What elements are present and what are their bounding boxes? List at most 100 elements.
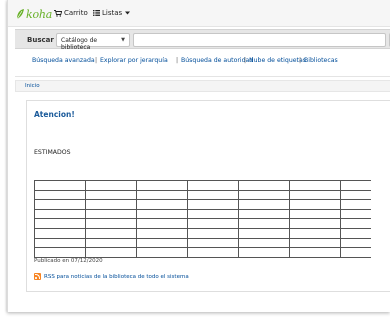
news-title: Atencion! — [34, 110, 75, 119]
link-separator: | — [95, 57, 98, 64]
table-cell — [85, 218, 137, 229]
tag-cloud-link[interactable]: Nube de etiquetas — [249, 57, 306, 64]
table-cell — [187, 199, 239, 210]
lists-menu-button[interactable]: Listas — [93, 9, 131, 17]
table-cell — [34, 199, 86, 210]
news-item: Atencion! ESTIMADOS Publicado en 07/12/2… — [26, 100, 390, 292]
table-cell — [340, 237, 371, 249]
table-cell — [34, 189, 86, 201]
authority-search-link[interactable]: Búsqueda de autoridad — [181, 57, 253, 64]
news-table — [34, 180, 371, 258]
table-cell — [289, 208, 341, 220]
table-cell — [136, 180, 188, 191]
table-cell — [34, 180, 86, 191]
table-cell — [187, 218, 239, 229]
table-cell — [340, 227, 371, 239]
table-cell — [136, 218, 188, 229]
table-cell — [289, 237, 341, 249]
cart-label: Carrito — [64, 9, 88, 17]
table-cell — [289, 189, 341, 201]
table-cell — [136, 227, 188, 239]
browse-hierarchy-link[interactable]: Explorar por jerarquía — [100, 57, 168, 64]
top-navbar: koha Carrito Listas — [8, 0, 390, 27]
table-row — [34, 237, 371, 249]
table-cell — [289, 227, 341, 239]
table-cell — [187, 208, 239, 220]
libraries-link[interactable]: Bibliotecas — [304, 57, 338, 64]
table-row — [34, 227, 371, 239]
table-cell — [238, 247, 290, 258]
table-cell — [289, 199, 341, 210]
table-cell — [34, 227, 86, 239]
more-searches-links: Búsqueda avanzada | Explorar por jerarqu… — [15, 53, 390, 69]
search-input[interactable] — [133, 33, 386, 47]
table-cell — [238, 189, 290, 201]
table-cell — [187, 180, 239, 191]
cart-button[interactable]: Carrito — [54, 9, 88, 17]
table-cell — [85, 247, 137, 258]
table-row — [34, 218, 371, 229]
table-row — [34, 208, 371, 220]
table-cell — [85, 189, 137, 201]
table-cell — [136, 237, 188, 249]
news-published-date: Publicado en 07/12/2020 — [34, 258, 103, 264]
table-cell — [136, 199, 188, 210]
link-separator: | — [299, 57, 302, 64]
table-cell — [238, 180, 290, 191]
rss-feed-link[interactable]: RSS para noticias de la biblioteca de to… — [34, 273, 189, 280]
table-cell — [136, 208, 188, 220]
table-cell — [340, 199, 371, 210]
table-cell — [136, 189, 188, 201]
lists-label: Listas — [102, 9, 123, 17]
table-cell — [187, 247, 239, 258]
link-separator: | — [244, 57, 247, 64]
table-cell — [85, 237, 137, 249]
table-cell — [187, 189, 239, 201]
table-cell — [34, 247, 86, 258]
table-row — [34, 247, 371, 258]
chevron-down-icon: ▼ — [121, 37, 125, 43]
table-cell — [187, 227, 239, 239]
advanced-search-link[interactable]: Búsqueda avanzada — [32, 57, 95, 64]
table-row — [34, 199, 371, 210]
table-cell — [340, 218, 371, 229]
search-scope-select[interactable]: Catálogo de biblioteca ▼ — [56, 33, 130, 51]
list-icon — [93, 10, 100, 16]
table-cell — [289, 247, 341, 258]
table-cell — [85, 199, 137, 210]
table-row — [34, 180, 371, 191]
table-cell — [340, 180, 371, 191]
caret-down-icon — [125, 11, 131, 15]
rss-icon — [34, 273, 41, 280]
table-cell — [289, 180, 341, 191]
opac-page: koha Carrito Listas Buscar Catálogo de b… — [7, 0, 390, 312]
table-cell — [238, 208, 290, 220]
table-cell — [340, 208, 371, 220]
table-cell — [85, 227, 137, 239]
breadcrumb: Inicio — [15, 80, 390, 92]
logo-text: koha — [26, 7, 53, 21]
koha-leaf-icon — [16, 9, 24, 20]
rss-feed-label: RSS para noticias de la biblioteca de to… — [44, 273, 189, 280]
table-row — [34, 189, 371, 201]
koha-logo[interactable]: koha — [15, 7, 52, 21]
table-cell — [136, 247, 188, 258]
table-cell — [85, 180, 137, 191]
search-label: Buscar — [27, 36, 54, 44]
table-cell — [238, 199, 290, 210]
table-cell — [238, 237, 290, 249]
news-body: ESTIMADOS — [34, 149, 71, 156]
table-cell — [238, 227, 290, 239]
table-cell — [34, 237, 86, 249]
search-bar: Buscar Catálogo de biblioteca ▼ — [15, 29, 390, 51]
table-cell — [238, 218, 290, 229]
table-cell — [85, 208, 137, 220]
table-cell — [340, 189, 371, 201]
breadcrumb-home-link[interactable]: Inicio — [25, 83, 40, 89]
table-cell — [34, 208, 86, 220]
table-cell — [187, 237, 239, 249]
table-cell — [340, 247, 371, 258]
search-scope-value: Catálogo de biblioteca — [61, 37, 98, 51]
header-divider — [15, 76, 390, 77]
table-cell — [34, 218, 86, 229]
